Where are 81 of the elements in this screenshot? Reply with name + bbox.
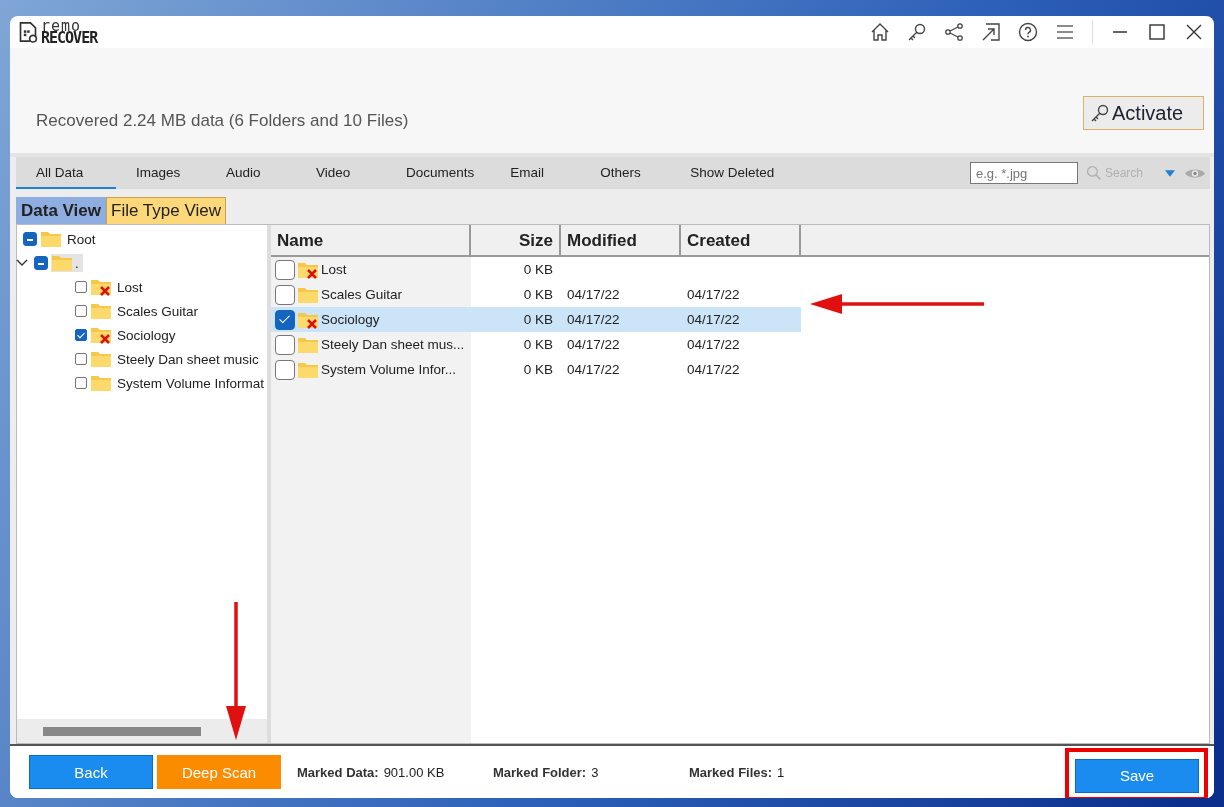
- file-name: Lost: [321, 262, 347, 277]
- column-header[interactable]: Size: [471, 225, 561, 255]
- stat-label: Marked Folder:: [493, 764, 587, 780]
- tree-label[interactable]: Steely Dan sheet music: [115, 351, 259, 367]
- file-name: System Volume Infor...: [321, 362, 457, 377]
- close-icon[interactable]: [1184, 22, 1204, 42]
- scrollbar-thumb[interactable]: [43, 726, 201, 736]
- column-header[interactable]: Created: [681, 225, 801, 255]
- tree-label[interactable]: Sociology: [115, 327, 176, 343]
- filter-tab[interactable]: Documents: [386, 157, 491, 189]
- checkbox[interactable]: [275, 284, 295, 305]
- checkbox[interactable]: [75, 329, 87, 341]
- filter-tab[interactable]: Images: [116, 157, 206, 189]
- filter-tab[interactable]: Audio: [206, 157, 296, 189]
- file-size: 0 KB: [523, 262, 553, 277]
- filter-tab[interactable]: Email: [490, 157, 581, 189]
- dropdown-icon[interactable]: [1165, 169, 1175, 177]
- summary-text: Recovered 2.24 MB data (6 Folders and 10 Files): [36, 111, 409, 131]
- created-date: 04/17/22: [687, 337, 740, 352]
- table-row[interactable]: System Volume Infor... 0 KB 04/17/22 04/17/22: [271, 357, 801, 382]
- stat-value: 3: [591, 764, 599, 780]
- file-name: Steely Dan sheet mus...: [321, 337, 465, 352]
- maximize-icon[interactable]: [1147, 22, 1167, 42]
- logo-text: RECOVER: [41, 32, 98, 44]
- created-date: 04/17/22: [687, 287, 740, 302]
- folder-label[interactable]: .: [51, 254, 83, 272]
- table-row[interactable]: Lost 0 KB: [271, 257, 801, 282]
- checkbox[interactable]: [275, 334, 295, 355]
- stat-label: Marked Data:: [297, 764, 379, 780]
- modified-date: 04/17/22: [567, 287, 620, 302]
- file-name: Scales Guitar: [321, 287, 403, 302]
- share-icon[interactable]: [944, 22, 964, 42]
- tree-label[interactable]: Lost: [115, 279, 143, 295]
- stat-value: 901.00 KB: [383, 764, 445, 780]
- search-icon: [1085, 165, 1102, 181]
- modified-date: 04/17/22: [567, 337, 620, 352]
- view-tab[interactable]: File Type View: [106, 197, 226, 224]
- activate-button[interactable]: Activate: [1083, 96, 1204, 130]
- checkbox[interactable]: [23, 232, 37, 246]
- tree-label[interactable]: System Volume Informat: [115, 375, 265, 391]
- filter-tab[interactable]: All Data: [16, 157, 116, 189]
- key-icon[interactable]: [907, 22, 927, 42]
- home-icon[interactable]: [870, 22, 890, 42]
- file-size: 0 KB: [523, 337, 553, 352]
- key-icon: [1090, 103, 1110, 123]
- chevron-down-icon[interactable]: [16, 259, 28, 267]
- filter-tab[interactable]: Others: [580, 157, 671, 189]
- checkbox[interactable]: [275, 309, 295, 330]
- logo-icon: [18, 20, 38, 44]
- tree-label[interactable]: Scales Guitar: [115, 303, 199, 319]
- menu-icon[interactable]: [1055, 22, 1075, 42]
- modified-date: 04/17/22: [567, 312, 620, 327]
- created-date: 04/17/22: [687, 362, 740, 377]
- stat-label: Marked Files:: [689, 764, 773, 780]
- table-row[interactable]: Sociology 0 KB 04/17/22 04/17/22: [271, 307, 801, 332]
- file-size: 0 KB: [523, 362, 553, 377]
- help-icon[interactable]: [1018, 22, 1038, 42]
- filter-tab[interactable]: Video: [296, 157, 386, 189]
- table-row[interactable]: Scales Guitar 0 KB 04/17/22 04/17/22: [271, 282, 801, 307]
- created-date: 04/17/22: [687, 312, 740, 327]
- tree-label[interactable]: Root: [65, 231, 96, 247]
- checkbox[interactable]: [275, 259, 295, 280]
- file-name: Sociology: [321, 312, 380, 327]
- checkbox[interactable]: [75, 353, 87, 365]
- checkbox[interactable]: [75, 377, 87, 389]
- checkbox[interactable]: [75, 305, 87, 317]
- file-size: 0 KB: [523, 312, 553, 327]
- modified-date: 04/17/22: [567, 362, 620, 377]
- checkbox[interactable]: [34, 256, 48, 270]
- view-tab[interactable]: Data View: [16, 197, 106, 224]
- export-icon[interactable]: [981, 22, 1001, 42]
- folder-icon: [40, 230, 62, 248]
- checkbox[interactable]: [275, 359, 295, 380]
- file-size: 0 KB: [523, 287, 553, 302]
- column-header[interactable]: Name: [271, 225, 471, 255]
- filter-tab[interactable]: Show Deleted: [670, 157, 791, 189]
- stat-value: 1: [777, 764, 785, 780]
- table-row[interactable]: Steely Dan sheet mus... 0 KB 04/17/22 04/17/22: [271, 332, 801, 357]
- logo-text: remo: [41, 20, 82, 32]
- checkbox[interactable]: [75, 281, 87, 293]
- column-header[interactable]: Modified: [561, 225, 681, 255]
